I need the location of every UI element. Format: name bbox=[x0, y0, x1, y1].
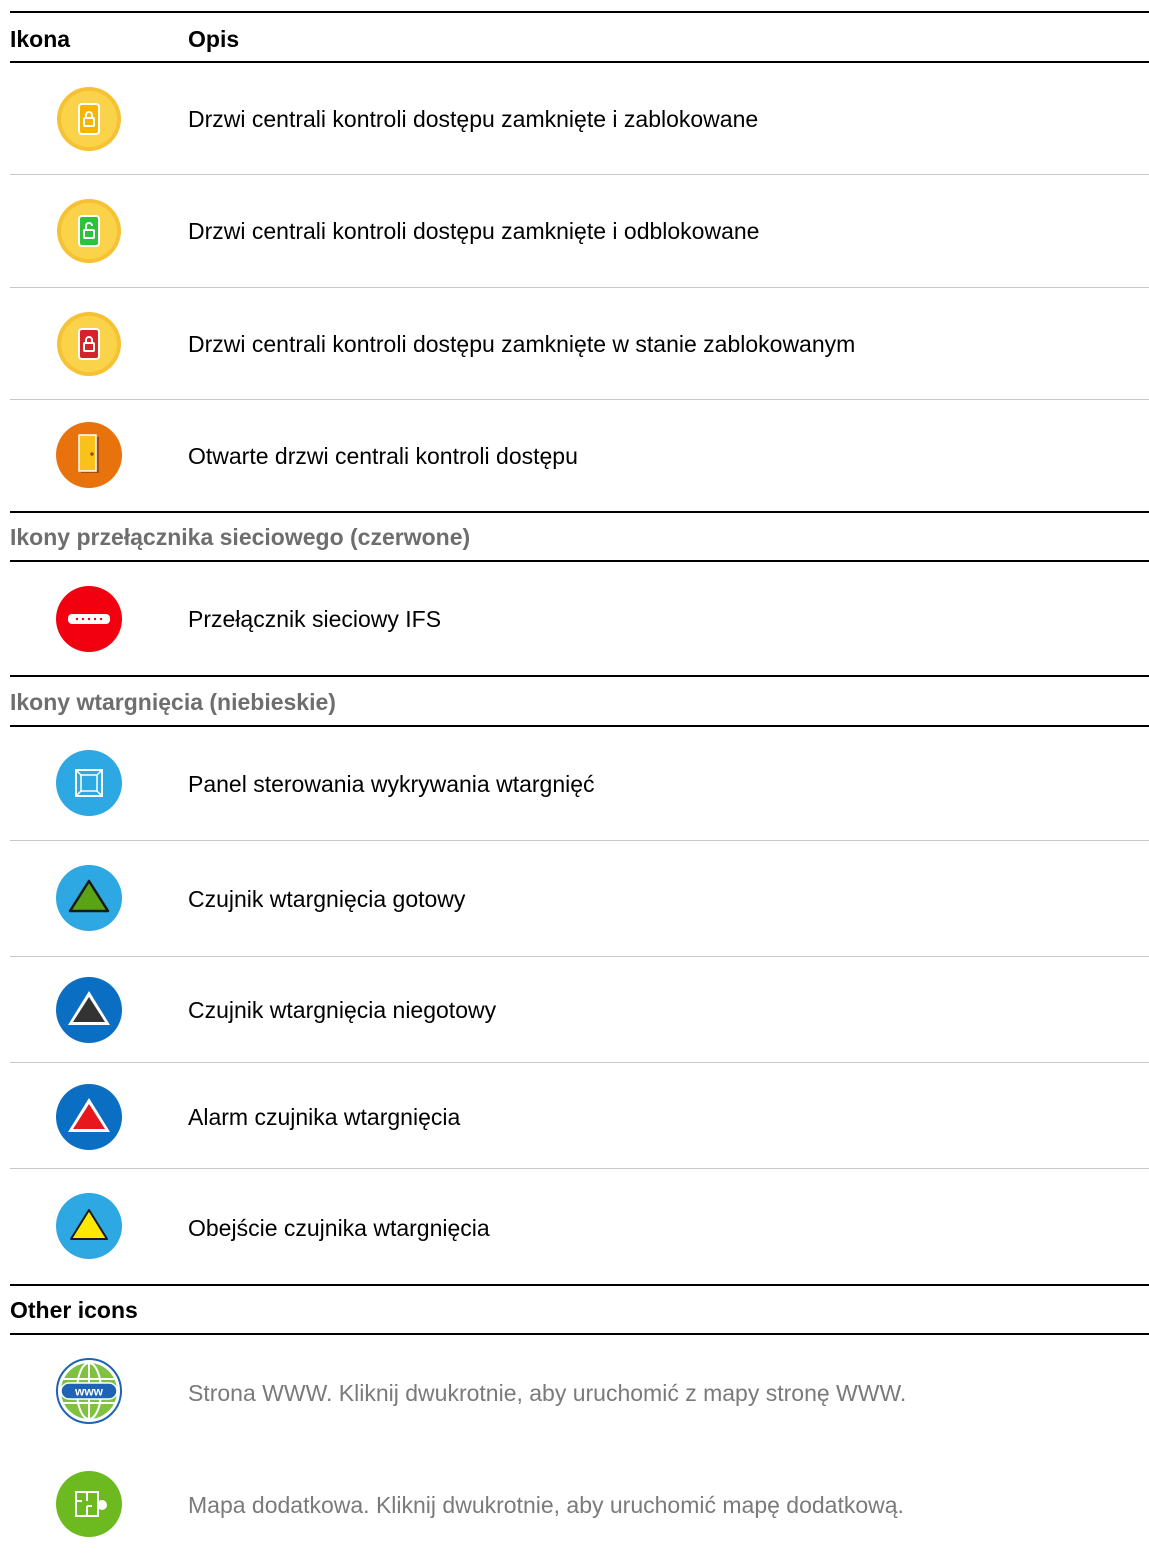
row-divider bbox=[10, 174, 1149, 175]
sensor-alarm-icon bbox=[55, 1083, 123, 1151]
row-description: Czujnik wtargnięcia gotowy bbox=[188, 886, 466, 912]
table-top-rule bbox=[10, 11, 1149, 13]
door-unlocked-icon bbox=[55, 197, 123, 265]
row-description: Otwarte drzwi centrali kontroli dostępu bbox=[188, 443, 578, 469]
row-description: Drzwi centrali kontroli dostępu zamknięt… bbox=[188, 331, 856, 357]
section-rule bbox=[10, 675, 1149, 677]
row-description: Alarm czujnika wtargnięcia bbox=[188, 1104, 461, 1130]
row-description: Panel sterowania wykrywania wtargnięć bbox=[188, 771, 595, 797]
row-description: Przełącznik sieciowy IFS bbox=[188, 606, 442, 632]
section-rule bbox=[10, 560, 1149, 562]
section-rule bbox=[10, 1284, 1149, 1286]
sensor-not-ready-icon bbox=[55, 976, 123, 1044]
intrusion-panel-icon bbox=[55, 749, 123, 817]
section-title-intrusion: Ikony wtargnięcia (niebieskie) bbox=[10, 689, 336, 715]
row-description: Strona WWW. Kliknij dwukrotnie, aby uruc… bbox=[188, 1380, 907, 1406]
row-description: Drzwi centrali kontroli dostępu zamknięt… bbox=[188, 218, 760, 244]
row-description: Obejście czujnika wtargnięcia bbox=[188, 1215, 490, 1241]
row-divider bbox=[10, 956, 1149, 957]
section-title-other: Other icons bbox=[10, 1297, 138, 1323]
row-divider bbox=[10, 840, 1149, 841]
column-header-description: Opis bbox=[188, 26, 240, 52]
door-open-icon bbox=[55, 421, 123, 489]
submap-icon bbox=[55, 1470, 123, 1538]
row-description: Czujnik wtargnięcia niegotowy bbox=[188, 997, 497, 1023]
row-divider bbox=[10, 1062, 1149, 1063]
row-description: Drzwi centrali kontroli dostępu zamknięt… bbox=[188, 106, 759, 132]
network-switch-icon bbox=[55, 585, 123, 653]
door-locked-icon bbox=[55, 85, 123, 153]
row-divider bbox=[10, 1168, 1149, 1169]
door-lockdown-icon bbox=[55, 310, 123, 378]
section-rule bbox=[10, 511, 1149, 513]
row-description: Mapa dodatkowa. Kliknij dwukrotnie, aby … bbox=[188, 1492, 904, 1518]
sensor-ready-icon bbox=[55, 864, 123, 932]
column-header-icon: Ikona bbox=[10, 26, 71, 52]
icon-legend-table: Ikona Opis Drzwi centrali kontroli dostę… bbox=[0, 0, 1149, 1555]
section-rule bbox=[10, 1333, 1149, 1335]
sensor-bypass-icon bbox=[55, 1192, 123, 1260]
www-globe-icon: www bbox=[55, 1357, 123, 1425]
www-icon-label: www bbox=[74, 1385, 104, 1399]
header-rule bbox=[10, 61, 1149, 63]
row-divider bbox=[10, 399, 1149, 400]
section-rule bbox=[10, 725, 1149, 727]
row-divider bbox=[10, 287, 1149, 288]
section-title-network-switch: Ikony przełącznika sieciowego (czerwone) bbox=[10, 524, 471, 550]
